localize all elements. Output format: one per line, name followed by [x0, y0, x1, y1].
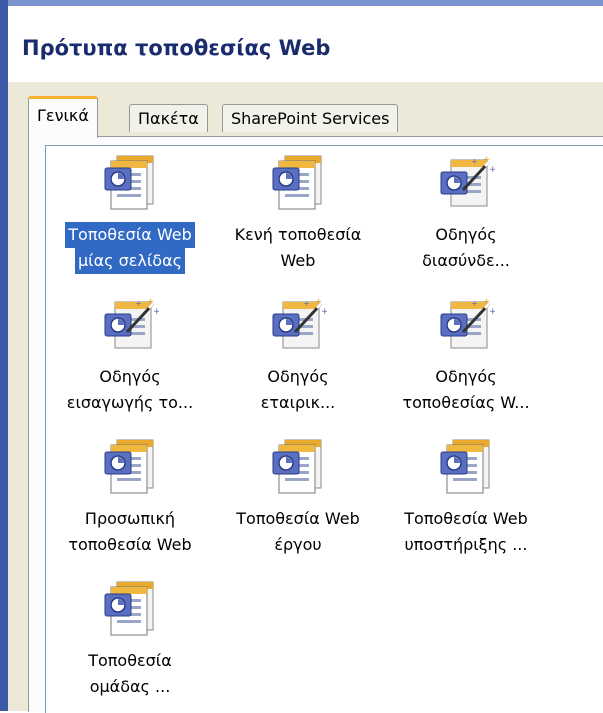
- dialog-title: Πρότυπα τοποθεσίας Web: [22, 36, 331, 60]
- template-label-line2: Web: [280, 251, 316, 270]
- template-label-line2: τοποθεσίας W...: [402, 393, 530, 412]
- template-label: Οδηγός εισαγωγής το...: [46, 364, 214, 416]
- template-label-line1: Προσωπική: [84, 509, 176, 528]
- template-item[interactable]: +++Οδηγόςτοποθεσίας W...: [382, 290, 550, 430]
- template-label-line1: Κενή τοποθεσία: [234, 225, 362, 244]
- template-label-line1: Οδηγός: [267, 367, 329, 386]
- template-label: Τοποθεσία Web μίας σελίδας: [46, 222, 214, 274]
- template-item[interactable]: +++Οδηγόςδιασύνδε...: [382, 148, 550, 288]
- template-item[interactable]: +++Οδηγόςεταιρικ...: [214, 290, 382, 430]
- web-page-icon: [101, 438, 159, 496]
- template-item[interactable]: Προσωπική τοποθεσία Web: [46, 432, 214, 572]
- tab-strip: Γενικά Πακέτα SharePoint Services: [8, 82, 603, 138]
- svg-text:+: +: [135, 299, 142, 308]
- svg-text:+: +: [153, 307, 159, 317]
- template-label-line2: υποστήριξης ...: [404, 535, 528, 554]
- tab-panel-general: Τοποθεσία Web μίας σελίδας Κενή τοποθεσία W…: [28, 136, 603, 713]
- template-label-line2: μίας σελίδας: [74, 248, 185, 274]
- web-page-icon: [437, 438, 495, 496]
- wizard-icon: +++: [269, 296, 329, 354]
- svg-text:+: +: [483, 297, 491, 307]
- template-item[interactable]: Κενή τοποθεσία Web: [214, 148, 382, 288]
- svg-text:+: +: [489, 165, 495, 175]
- svg-text:+: +: [315, 297, 323, 307]
- tab-sharepoint-services[interactable]: SharePoint Services: [222, 104, 399, 132]
- template-label: Τοποθεσία Web έργου: [214, 506, 382, 558]
- wizard-icon: +++: [437, 296, 497, 354]
- svg-text:+: +: [489, 307, 495, 317]
- svg-text:+: +: [471, 157, 478, 166]
- svg-text:+: +: [483, 155, 491, 165]
- template-list: Τοποθεσία Web μίας σελίδας Κενή τοποθεσία W…: [45, 145, 603, 713]
- template-label-line1: Οδηγός: [435, 367, 497, 386]
- template-item[interactable]: Τοποθεσία Web έργου: [214, 432, 382, 572]
- svg-text:+: +: [321, 307, 327, 317]
- template-label: Κενή τοποθεσία Web: [214, 222, 382, 274]
- svg-text:+: +: [303, 299, 310, 308]
- template-label: Οδηγός τοποθεσίας W...: [382, 364, 550, 416]
- template-label-line1: Οδηγός: [99, 367, 161, 386]
- web-site-templates-dialog: Πρότυπα τοποθεσίας Web Γενικά Πακέτα Sha…: [8, 6, 603, 713]
- template-item[interactable]: +++Οδηγόςεισαγωγής το...: [46, 290, 214, 430]
- wizard-icon: +++: [437, 154, 497, 212]
- web-page-icon: [269, 154, 327, 212]
- template-label: Οδηγός διασύνδε...: [382, 222, 550, 274]
- window-left-border: [0, 0, 8, 711]
- template-label-line2: ομάδας ...: [89, 677, 171, 696]
- svg-text:+: +: [147, 297, 155, 307]
- tab-packages[interactable]: Πακέτα: [129, 104, 208, 132]
- dialog-header: Πρότυπα τοποθεσίας Web: [8, 6, 603, 82]
- template-label-line1: Τοποθεσία: [88, 651, 172, 670]
- template-item[interactable]: Τοποθεσία ομάδας ...: [46, 574, 214, 713]
- template-label-line1: Οδηγός: [435, 225, 497, 244]
- template-item[interactable]: Τοποθεσία Web υποστήριξης ...: [382, 432, 550, 572]
- template-label-line1: Τοποθεσία Web: [65, 222, 195, 248]
- template-label: Προσωπική τοποθεσία Web: [46, 506, 214, 558]
- template-label-line1: Τοποθεσία Web: [236, 509, 360, 528]
- template-label-line2: εταιρικ...: [260, 393, 336, 412]
- template-label: Τοποθεσία ομάδας ...: [46, 648, 214, 700]
- tab-general[interactable]: Γενικά: [28, 96, 98, 138]
- template-label-line2: τοποθεσία Web: [68, 535, 192, 554]
- template-item[interactable]: Τοποθεσία Web μίας σελίδας: [46, 148, 214, 288]
- web-page-icon: [101, 580, 159, 638]
- template-label-line2: έργου: [274, 535, 322, 554]
- template-label-line1: Τοποθεσία Web: [404, 509, 528, 528]
- wizard-icon: +++: [101, 296, 161, 354]
- web-page-icon: [101, 154, 159, 212]
- svg-text:+: +: [471, 299, 478, 308]
- template-label-line2: εισαγωγής το...: [66, 393, 194, 412]
- template-label: Οδηγός εταιρικ...: [214, 364, 382, 416]
- template-label: Τοποθεσία Web υποστήριξης ...: [382, 506, 550, 558]
- web-page-icon: [269, 438, 327, 496]
- template-label-line2: διασύνδε...: [422, 251, 510, 270]
